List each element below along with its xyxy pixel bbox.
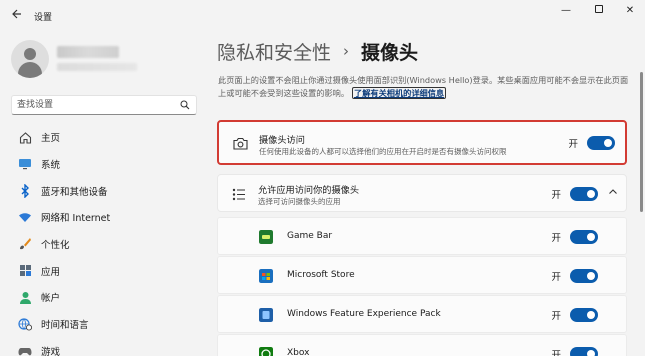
breadcrumb-separator: › (343, 42, 350, 60)
sidebar-item-label: 网络和 Internet (41, 213, 111, 225)
camera-access-card: 摄像头访问 任何使用此设备的人都可以选择他们的应用在开启时是否有摄像头访问权限 … (217, 120, 627, 165)
app-name: Xbox (287, 348, 310, 356)
sidebar-item-label: 蓝牙和其他设备 (41, 186, 108, 198)
game-bar-toggle[interactable] (570, 230, 598, 244)
app-toggle-group: 开 (551, 308, 598, 322)
window-title: 设置 (34, 13, 53, 23)
camera-icon (232, 135, 248, 151)
monitor-icon (18, 157, 32, 171)
breadcrumb-parent[interactable]: 隐私和安全性 (217, 38, 331, 65)
sidebar-item-time-language[interactable]: 时间和语言 (11, 311, 201, 338)
scrollbar[interactable] (640, 72, 643, 212)
maximize-icon (595, 5, 603, 13)
app-access-toggle-group: 开 (551, 187, 598, 201)
title-bar: 设置 — ✕ (0, 0, 645, 32)
app-toggle-group: 开 (551, 269, 598, 283)
xbox-icon (259, 347, 273, 356)
camera-access-title: 摄像头访问 (259, 135, 305, 146)
microsoft-store-icon (259, 269, 273, 283)
globe-clock-icon (18, 317, 32, 331)
chevron-up-icon[interactable] (608, 187, 618, 197)
microsoft-store-toggle[interactable] (570, 269, 598, 283)
brush-icon (18, 237, 32, 251)
camera-access-toggle[interactable] (587, 136, 615, 150)
app-name: Microsoft Store (287, 270, 355, 280)
user-name-redacted (57, 46, 119, 58)
maximize-button[interactable] (584, 4, 614, 18)
close-button[interactable]: ✕ (615, 4, 645, 18)
app-row-game-bar: Game Bar 开 (217, 217, 627, 255)
search-icon[interactable] (180, 100, 190, 110)
wifi-icon (18, 210, 32, 224)
sidebar-item-label: 个性化 (41, 240, 70, 252)
xbox-toggle[interactable] (570, 347, 598, 356)
sidebar-item-label: 主页 (41, 133, 61, 145)
account-icon (18, 290, 32, 304)
learn-more-link[interactable]: 了解有关相机的详细信息 (352, 87, 447, 99)
sidebar-item-personalization[interactable]: 个性化 (11, 231, 201, 258)
user-email-redacted (57, 63, 137, 71)
avatar (11, 40, 49, 78)
camera-access-toggle-group: 开 (568, 136, 615, 150)
sidebar-item-accounts[interactable]: 帐户 (11, 284, 201, 311)
app-row-microsoft-store: Microsoft Store 开 (217, 256, 627, 294)
settings-search[interactable] (11, 95, 197, 115)
page-title: 摄像头 (361, 41, 419, 64)
toggle-state-label: 开 (551, 311, 561, 322)
sidebar-item-label: 游戏 (41, 346, 61, 356)
sidebar-item-label: 时间和语言 (41, 320, 89, 332)
app-toggle-group: 开 (551, 230, 598, 244)
sidebar-item-label: 系统 (41, 160, 61, 172)
breadcrumb: 隐私和安全性 › 摄像头 (217, 38, 418, 64)
sidebar-item-system[interactable]: 系统 (11, 151, 201, 178)
sidebar-item-apps[interactable]: 应用 (11, 257, 201, 284)
apps-icon (18, 264, 32, 278)
app-name: Game Bar (287, 231, 333, 241)
app-access-card[interactable]: 允许应用访问你的摄像头 选择可访问摄像头的应用 开 (217, 174, 627, 212)
app-name: Windows Feature Experience Pack (287, 309, 441, 319)
camera-access-description: 任何使用此设备的人都可以选择他们的应用在开启时是否有摄像头访问权限 (259, 147, 507, 156)
toggle-state-label: 开 (551, 233, 561, 244)
toggle-state-label: 开 (568, 139, 578, 150)
app-toggle-group: 开 (551, 347, 598, 356)
toggle-state-label: 开 (551, 190, 561, 201)
list-icon (231, 186, 247, 202)
app-access-description: 选择可访问摄像头的应用 (258, 197, 341, 206)
game-bar-icon (259, 230, 273, 244)
sidebar-item-label: 帐户 (41, 293, 61, 305)
sidebar-item-gaming[interactable]: 游戏 (11, 338, 201, 356)
sidebar-nav: 主页 系统 蓝牙和其他设备 网络和 Internet 个性化 应用 帐户 时间和… (11, 124, 201, 356)
feature-pack-icon (259, 308, 273, 322)
app-row-windows-feature-experience-pack: Windows Feature Experience Pack 开 (217, 295, 627, 333)
sidebar-item-home[interactable]: 主页 (11, 124, 201, 151)
gamepad-icon (18, 344, 32, 356)
toggle-state-label: 开 (551, 272, 561, 283)
sidebar-item-bluetooth[interactable]: 蓝牙和其他设备 (11, 177, 201, 204)
home-icon (18, 130, 32, 144)
app-access-title: 允许应用访问你的摄像头 (258, 185, 360, 196)
search-input[interactable] (17, 98, 177, 112)
sidebar-item-network[interactable]: 网络和 Internet (11, 204, 201, 231)
toggle-state-label: 开 (551, 350, 561, 356)
user-profile[interactable] (11, 40, 201, 80)
intro-text: 此页面上的设置不会阻止你通过摄像头使用面部识别(Windows Hello)登录… (218, 74, 630, 100)
feature-pack-toggle[interactable] (570, 308, 598, 322)
sidebar-item-label: 应用 (41, 266, 61, 278)
bluetooth-icon (18, 183, 32, 198)
app-access-toggle[interactable] (570, 187, 598, 201)
minimize-button[interactable]: — (551, 4, 581, 18)
app-row-xbox: Xbox 开 (217, 334, 627, 356)
back-arrow-icon[interactable] (9, 8, 25, 24)
